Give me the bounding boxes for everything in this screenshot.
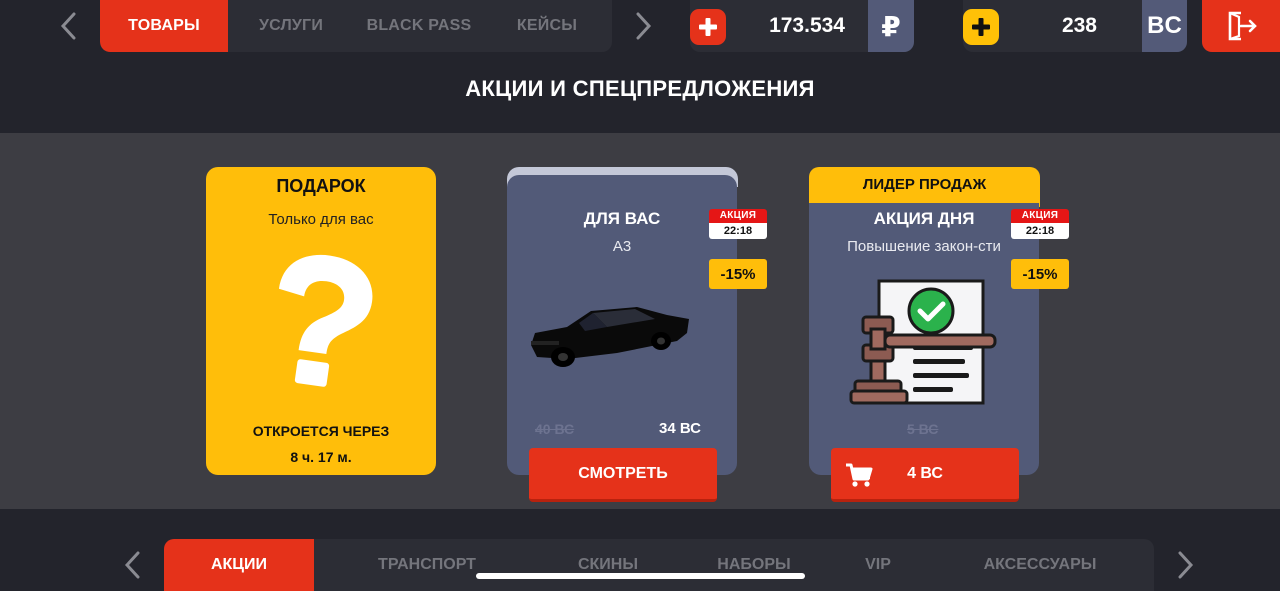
tab-vip[interactable]: VIP [838, 539, 918, 591]
rub-amount: 173.534 [769, 14, 845, 37]
old-price: 40 ВС [535, 421, 575, 437]
cart-icon [846, 463, 873, 487]
tab-services[interactable]: УСЛУГИ [228, 0, 354, 52]
bc-balance: 238 BC [963, 0, 1187, 52]
promo-badge-label: АКЦИЯ [1011, 209, 1069, 223]
discount-badge: -15% [1011, 259, 1069, 289]
buy-button-price: 4 ВС [907, 464, 943, 482]
old-price: 5 ВС [907, 421, 939, 437]
chevron-left-icon [124, 551, 140, 579]
top-nav-prev-arrow[interactable] [56, 11, 80, 41]
gift-opens-label: ОТКРОЕТСЯ ЧЕРЕЗ [252, 423, 390, 439]
promo-badge-label: АКЦИЯ [709, 209, 767, 223]
promo-badge-time: 22:18 [709, 223, 767, 239]
offer-of-day-card[interactable]: АКЦИЯ ДНЯ Повышение закон-сти АКЦИЯ 22:1… [809, 203, 1069, 475]
add-bc-button[interactable] [963, 9, 999, 45]
home-indicator[interactable] [476, 573, 805, 579]
category-tabs: АКЦИИ ТРАНСПОРТ СКИНЫ НАБОРЫ VIP АКСЕССУ… [164, 539, 1154, 591]
chevron-right-icon [1178, 551, 1194, 579]
new-price: 34 ВС [659, 420, 701, 437]
view-button[interactable]: СМОТРЕТЬ [529, 448, 717, 502]
bestseller-ribbon: ЛИДЕР ПРОДАЖ [809, 167, 1040, 207]
gift-title: ПОДАРОК [276, 176, 366, 196]
tab-bundles[interactable]: НАБОРЫ [690, 539, 818, 591]
gift-subtitle: Только для вас [268, 211, 374, 228]
question-mark-icon [278, 254, 373, 387]
offer-for-you-card[interactable]: ДЛЯ ВАС А3 АКЦИЯ 22:18 -15% 40 ВС 34 ВС [507, 175, 767, 475]
plus-icon [699, 18, 717, 36]
offer-title: ДЛЯ ВАС [583, 209, 661, 228]
bc-currency-label: BC [1142, 0, 1187, 52]
chevron-left-icon [60, 12, 76, 40]
rub-currency-icon: ₽ [868, 0, 914, 52]
section-title: АКЦИИ И СПЕЦПРЕДЛОЖЕНИЯ [465, 76, 815, 101]
promo-badge-time: 22:18 [1011, 223, 1069, 239]
plus-icon [972, 18, 990, 36]
top-bar: ТОВАРЫ УСЛУГИ BLACK PASS КЕЙСЫ 173.534 ₽… [0, 0, 1280, 52]
top-nav-next-arrow[interactable] [632, 11, 656, 41]
tab-black-pass[interactable]: BLACK PASS [354, 0, 484, 52]
tab-goods[interactable]: ТОВАРЫ [100, 0, 228, 52]
promo-badge: АКЦИЯ 22:18 [1011, 209, 1069, 239]
add-rub-button[interactable] [690, 9, 726, 45]
exit-door-icon [1228, 11, 1257, 41]
bc-amount: 238 [1061, 14, 1097, 37]
gift-time-left: 8 ч. 17 м. [290, 449, 352, 465]
gift-card[interactable]: ПОДАРОК Только для вас ОТКРОЕТСЯ ЧЕРЕЗ 8… [206, 167, 436, 475]
tab-skins[interactable]: СКИНЫ [540, 539, 676, 591]
category-prev-arrow[interactable] [120, 550, 144, 580]
offer-subtitle: Повышение закон-сти [847, 238, 1001, 255]
tab-accessories[interactable]: АКСЕССУАРЫ [960, 539, 1120, 591]
exit-button[interactable] [1202, 0, 1280, 52]
black-sedan-car-image [531, 307, 689, 367]
promo-badge: АКЦИЯ 22:18 [709, 209, 767, 239]
offer-title: АКЦИЯ ДНЯ [873, 209, 975, 228]
tab-cases[interactable]: КЕЙСЫ [484, 0, 610, 52]
tab-promotions[interactable]: АКЦИИ [164, 539, 314, 591]
buy-button[interactable]: 4 ВС [831, 448, 1019, 502]
rub-balance: 173.534 ₽ [690, 0, 914, 52]
top-nav-tabs: ТОВАРЫ УСЛУГИ BLACK PASS КЕЙСЫ [100, 0, 612, 52]
chevron-right-icon [636, 12, 652, 40]
tab-transport[interactable]: ТРАНСПОРТ [354, 539, 500, 591]
offer-subtitle: А3 [612, 238, 632, 255]
gavel-document-icon [849, 279, 997, 405]
discount-badge: -15% [709, 259, 767, 289]
category-next-arrow[interactable] [1174, 550, 1198, 580]
